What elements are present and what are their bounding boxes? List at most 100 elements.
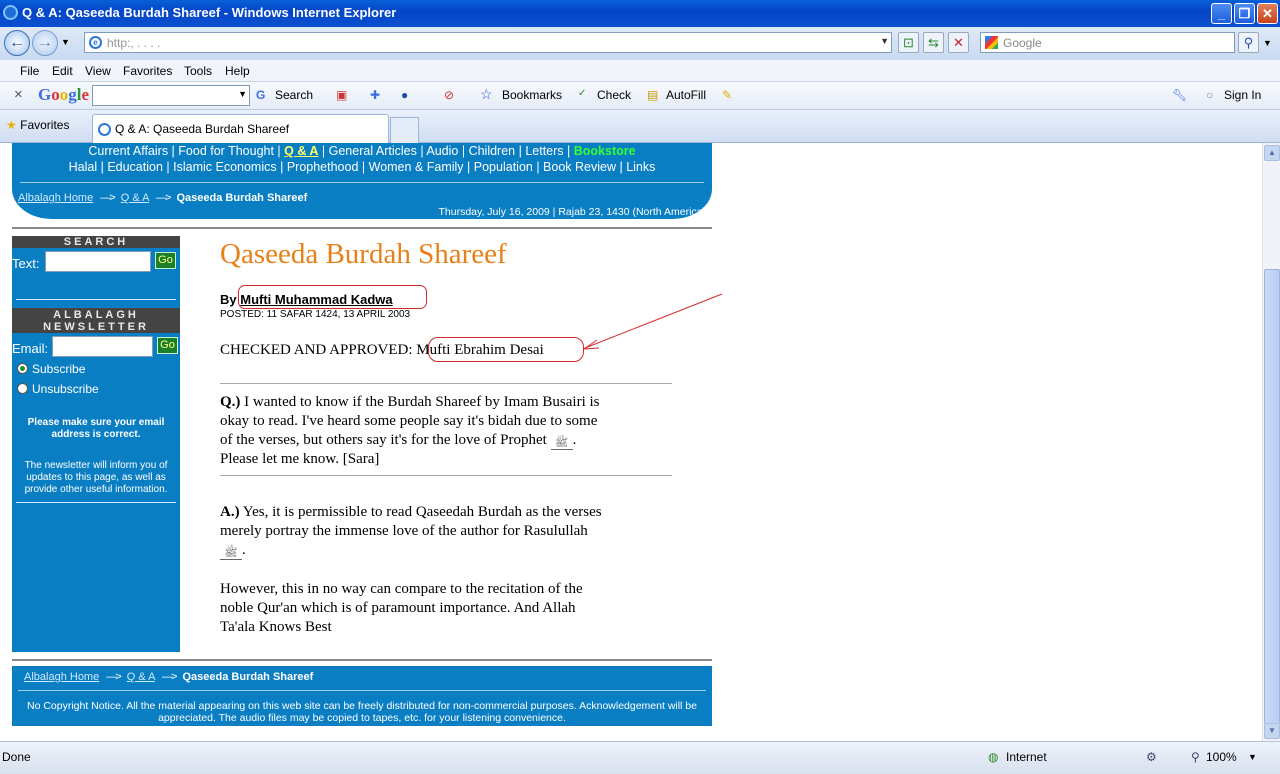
nav-book-review[interactable]: Book Review xyxy=(543,160,616,174)
popup-blocker-icon[interactable]: ⊘ xyxy=(444,88,454,102)
signin-button[interactable]: Sign In xyxy=(1224,88,1261,102)
sidebar: SEARCH Text: Go ALBALAGH NEWSLETTER Emai… xyxy=(12,236,180,652)
annotation-arrow-icon xyxy=(582,293,723,350)
protected-mode-icon[interactable]: ⚙ xyxy=(1146,750,1157,764)
dell-icon[interactable]: ● xyxy=(401,88,408,102)
nav-children[interactable]: Children xyxy=(469,144,516,158)
subscribe-radio[interactable] xyxy=(17,363,28,374)
menu-favorites[interactable]: Favorites xyxy=(123,64,172,78)
favorites-button[interactable]: ★ Favorites xyxy=(6,118,69,132)
menu-edit[interactable]: Edit xyxy=(52,64,73,78)
google-toolbar: × Google ▼ G Search ▣ ✚ ● ⊘ ☆ Bookmarks … xyxy=(0,82,1280,110)
author-annotation-circle xyxy=(238,285,427,309)
email-label: Email: xyxy=(12,341,49,356)
forward-button[interactable]: → xyxy=(32,30,58,56)
signin-icon: ○ xyxy=(1206,88,1214,102)
tab-bar: ★ Favorites Q & A: Qaseeda Burdah Sharee… xyxy=(0,110,1280,143)
autofill-icon: ▤ xyxy=(647,88,659,102)
footer-breadcrumb: Albalagh Home —> Q & A —> Qaseeda Burdah… xyxy=(24,671,313,683)
status-bar: Done ◍ Internet ⚙ ⚲ 100% ▼ xyxy=(0,741,1280,774)
nav-audio[interactable]: Audio xyxy=(426,144,458,158)
nav-links[interactable]: Links xyxy=(626,160,655,174)
check-button[interactable]: Check xyxy=(597,88,631,102)
nav-prophethood[interactable]: Prophethood xyxy=(287,160,359,174)
nav-letters[interactable]: Letters xyxy=(525,144,563,158)
nav-women-family[interactable]: Women & Family xyxy=(369,160,464,174)
vertical-scrollbar[interactable]: ▲ ▼ xyxy=(1262,143,1280,741)
menu-view[interactable]: View xyxy=(85,64,111,78)
bookmarks-star-icon: ☆ xyxy=(480,86,493,102)
page-icon: e xyxy=(89,36,102,49)
copyright-notice: No Copyright Notice. All the material ap… xyxy=(26,700,697,724)
new-tab-button[interactable] xyxy=(390,117,419,143)
scroll-up-icon[interactable]: ▲ xyxy=(1264,145,1280,161)
newsletter-info: The newsletter will inform you of update… xyxy=(24,460,168,495)
unsubscribe-label: Unsubscribe xyxy=(32,382,99,396)
wrench-icon[interactable]: 🔧︎ xyxy=(1172,88,1187,102)
breadcrumb-arrow-icon: —> xyxy=(106,671,122,683)
page-title: Qaseeda Burdah Shareef xyxy=(220,238,507,270)
email-go-button[interactable]: Go xyxy=(157,337,178,354)
google-dropdown-icon[interactable]: ▼ xyxy=(238,89,247,99)
tab-title: Q & A: Qaseeda Burdah Shareef xyxy=(115,122,290,136)
refresh-icon[interactable]: ⇆ xyxy=(923,32,944,53)
sidebar-divider xyxy=(16,502,176,503)
search-options-icon[interactable]: ▼ xyxy=(1263,38,1272,48)
zoom-icon[interactable]: ⚲ xyxy=(1191,750,1200,764)
nav-education[interactable]: Education xyxy=(107,160,163,174)
breadcrumb-section[interactable]: Q & A xyxy=(127,671,155,683)
breadcrumb-arrow-icon: —> xyxy=(155,192,172,204)
search-go-button[interactable]: Go xyxy=(155,252,176,269)
autofill-button[interactable]: AutoFill xyxy=(666,88,706,102)
search-input[interactable]: Google xyxy=(980,32,1235,53)
highlight-icon[interactable]: ✎ xyxy=(722,88,732,102)
menu-bar: File Edit View Favorites Tools Help xyxy=(0,60,1280,82)
address-dropdown-icon[interactable]: ▼ xyxy=(880,36,889,46)
breadcrumb-section[interactable]: Q & A xyxy=(121,192,149,204)
sidebar-search-input[interactable] xyxy=(45,251,151,272)
posted-date: POSTED: 11 SAFAR 1424, 13 APRIL 2003 xyxy=(220,309,411,320)
google-search-input[interactable]: ▼ xyxy=(92,85,250,106)
compatibility-icon[interactable]: ⊡ xyxy=(898,32,919,53)
nav-qa[interactable]: Q & A xyxy=(284,144,318,158)
breadcrumb-arrow-icon: —> xyxy=(100,192,116,204)
breadcrumb-home[interactable]: Albalagh Home xyxy=(24,671,99,683)
nav-bookstore[interactable]: Bookstore xyxy=(574,144,636,158)
nav-halal[interactable]: Halal xyxy=(69,160,98,174)
tab-active[interactable]: Q & A: Qaseeda Burdah Shareef xyxy=(92,114,389,143)
address-field[interactable]: e http:, . . . . ▼ xyxy=(84,32,892,53)
maximize-button[interactable]: ❐ xyxy=(1234,3,1255,24)
search-icon[interactable]: ⚲ xyxy=(1238,32,1259,53)
breadcrumb-home[interactable]: Albalagh Home xyxy=(18,192,93,204)
plus-icon[interactable]: ✚ xyxy=(370,88,380,102)
zoom-level[interactable]: 100% xyxy=(1206,750,1237,764)
nav-general-articles[interactable]: General Articles xyxy=(329,144,417,158)
breadcrumb: Albalagh Home —> Q & A —> Qaseeda Burdah… xyxy=(18,192,307,204)
close-button[interactable]: ✕ xyxy=(1257,3,1278,24)
menu-file[interactable]: File xyxy=(20,64,39,78)
toolbar-close-icon[interactable]: × xyxy=(14,86,23,103)
nav-islamic-economics[interactable]: Islamic Economics xyxy=(173,160,277,174)
minimize-button[interactable]: _ xyxy=(1211,3,1232,24)
back-button[interactable]: ← xyxy=(4,30,30,56)
search-placeholder: Google xyxy=(1003,36,1042,50)
stop-icon[interactable]: ✕ xyxy=(948,32,969,53)
menu-help[interactable]: Help xyxy=(225,64,250,78)
nav-population[interactable]: Population xyxy=(474,160,533,174)
google-search-button[interactable]: Search xyxy=(275,88,313,102)
scroll-down-icon[interactable]: ▼ xyxy=(1264,723,1280,739)
news-icon[interactable]: ▣ xyxy=(336,88,347,102)
zoom-dropdown-icon[interactable]: ▼ xyxy=(1248,752,1257,762)
site-navigation: Current Affairs | Food for Thought | Q &… xyxy=(12,143,712,219)
sidebar-divider xyxy=(16,299,176,300)
address-toolbar: ← → ▼ e http:, . . . . ▼ ⊡ ⇆ ✕ Google ⚲ … xyxy=(0,27,1280,60)
email-field[interactable] xyxy=(52,336,153,357)
unsubscribe-radio[interactable] xyxy=(17,383,28,394)
scroll-thumb[interactable] xyxy=(1264,269,1280,724)
nav-current-affairs[interactable]: Current Affairs xyxy=(88,144,168,158)
nav-food-for-thought[interactable]: Food for Thought xyxy=(178,144,274,158)
history-dropdown-icon[interactable]: ▼ xyxy=(61,37,70,47)
breadcrumb-current: Qaseeda Burdah Shareef xyxy=(176,192,308,204)
bookmarks-button[interactable]: Bookmarks xyxy=(502,88,562,102)
menu-tools[interactable]: Tools xyxy=(184,64,212,78)
